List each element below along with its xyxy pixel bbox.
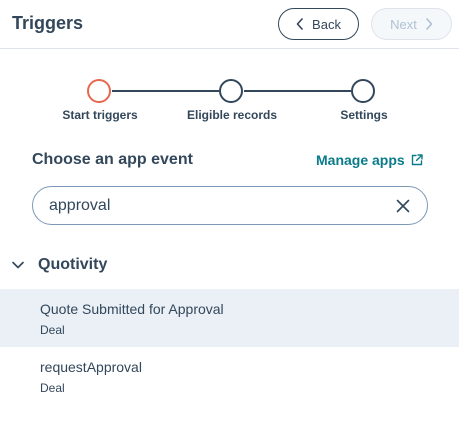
close-icon[interactable] <box>396 199 410 213</box>
section-heading: Choose an app event <box>32 151 193 168</box>
search-input[interactable] <box>49 195 379 217</box>
list-item[interactable]: requestApproval Deal <box>0 347 459 405</box>
step-connector <box>244 90 351 92</box>
list-item-subtitle: Deal <box>40 323 65 337</box>
step-connector <box>112 90 219 92</box>
manage-apps-link[interactable]: Manage apps <box>316 152 423 168</box>
page-title: Triggers <box>12 13 84 33</box>
step-label-settings: Settings <box>340 108 388 122</box>
back-button-label: Back <box>312 16 341 32</box>
step-indicator-settings[interactable] <box>351 79 375 103</box>
manage-apps-label: Manage apps <box>316 152 405 168</box>
chevron-right-icon <box>426 18 433 30</box>
step-label-start-triggers: Start triggers <box>62 108 138 122</box>
step-label-eligible-records: Eligible records <box>186 108 278 122</box>
panel-header: Triggers Back Next <box>0 0 459 49</box>
step-indicator-start-triggers[interactable] <box>87 79 111 103</box>
group-header-quotivity[interactable]: Quotivity <box>12 256 107 274</box>
progress-stepper: Start triggers Eligible records Settings <box>0 78 459 128</box>
back-button[interactable]: Back <box>278 8 359 40</box>
step-indicator-eligible-records[interactable] <box>219 79 243 103</box>
next-button[interactable]: Next <box>371 8 452 40</box>
chevron-left-icon <box>296 18 303 30</box>
list-item-title: requestApproval <box>40 359 142 375</box>
list-item-title: Quote Submitted for Approval <box>40 301 224 317</box>
search-field[interactable] <box>32 186 428 225</box>
chevron-down-icon[interactable] <box>12 261 24 269</box>
external-link-icon <box>411 154 423 166</box>
list-item[interactable]: Quote Submitted for Approval Deal <box>0 289 459 347</box>
group-title: Quotivity <box>38 256 108 273</box>
list-item-subtitle: Deal <box>40 381 65 395</box>
next-button-label: Next <box>390 16 417 32</box>
